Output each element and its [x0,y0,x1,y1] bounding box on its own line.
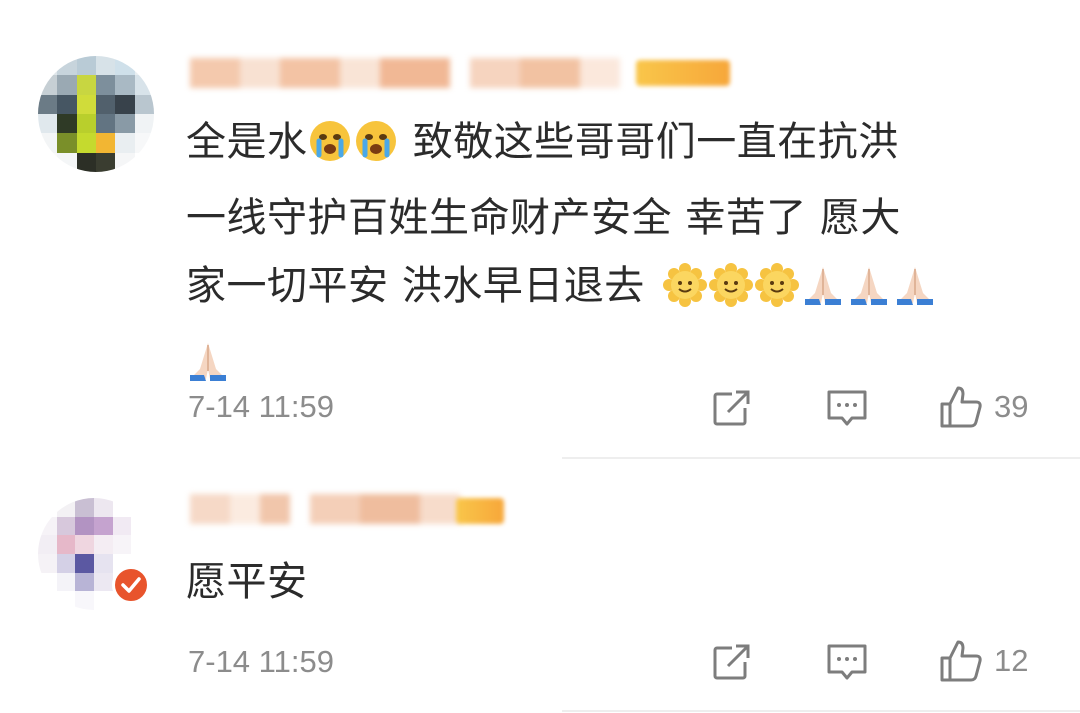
pray-emoji [893,260,937,328]
comment-text-line: 愿平安 [186,559,308,605]
comment-text: 愿平安 [186,548,1036,616]
reply-icon [827,390,867,426]
comment-text-line: 一线守护百姓生命财产安全 幸苦了 愿大 [186,195,901,241]
share-button[interactable] [712,642,752,682]
comment-timestamp: 7-14 11:59 [188,644,334,679]
divider [562,710,1080,712]
checkmark-icon [121,577,141,593]
crying-emoji [354,116,398,184]
like-count: 39 [994,389,1029,424]
verified-badge [112,566,150,604]
reply-icon [827,644,867,680]
comment-text-line: 致敬这些哥哥们一直在抗洪 [399,119,899,165]
share-button[interactable] [712,388,752,428]
share-icon [713,390,750,426]
like-button[interactable]: 39 [938,384,1028,430]
vip-badge [636,60,730,86]
comment-item: 全是水 致敬这些哥哥们一直在抗洪 一线守护百姓生命财产安全 幸苦了 愿大 家一切… [0,0,1080,458]
comment-text-line: 家一切平安 洪水早日退去 [186,263,645,309]
thumbs-up-icon [940,640,982,682]
like-button[interactable]: 12 [938,638,1028,684]
avatar[interactable] [38,56,154,172]
smile-flower-emoji [662,260,707,328]
vip-badge [456,498,504,524]
smile-flower-emoji [708,260,753,328]
smile-flower-emoji [754,260,799,328]
share-icon [713,644,750,680]
comment-timestamp: 7-14 11:59 [188,389,334,424]
crying-emoji [308,116,352,184]
divider [562,457,1080,459]
like-count: 12 [994,643,1029,678]
thumbs-up-icon [940,386,982,428]
reply-button[interactable] [826,642,868,682]
username-redacted[interactable] [190,494,460,524]
comment-text: 全是水 致敬这些哥哥们一直在抗洪 一线守护百姓生命财产安全 幸苦了 愿大 家一切… [186,108,1036,404]
reply-button[interactable] [826,388,868,428]
pray-emoji [847,260,891,328]
pray-emoji [801,260,845,328]
comment-text-line: 全是水 [186,119,308,165]
